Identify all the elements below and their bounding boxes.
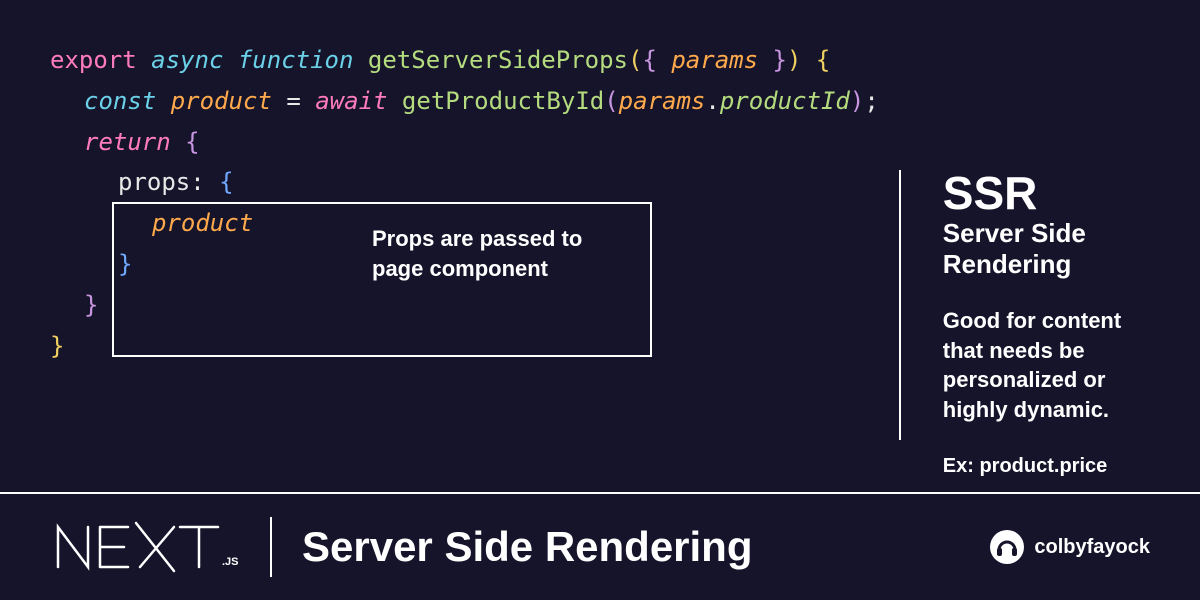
info-title: SSR xyxy=(943,170,1150,216)
info-subtitle: Server Side Rendering xyxy=(943,218,1150,280)
footer-divider xyxy=(270,517,272,577)
headphones-icon xyxy=(990,530,1024,564)
info-description: Good for content that needs be personali… xyxy=(943,306,1150,425)
footer-bar: .JS Server Side Rendering colbyfayock xyxy=(0,492,1200,600)
nextjs-logo-icon: .JS xyxy=(50,515,240,579)
credit-text: colbyfayock xyxy=(1034,536,1150,559)
code-block: export async function getServerSideProps… xyxy=(50,40,879,480)
annotation-text: Props are passed to page component xyxy=(372,224,632,283)
code-line-8: } xyxy=(50,326,879,367)
info-example: Ex: product.price xyxy=(943,455,1150,478)
credit: colbyfayock xyxy=(990,530,1150,564)
code-line-2: const product = await getProductById(par… xyxy=(50,81,879,122)
code-line-4: props: { xyxy=(50,162,879,203)
code-line-7: } xyxy=(50,285,879,326)
nextjs-logo: .JS xyxy=(50,515,240,579)
footer-title: Server Side Rendering xyxy=(302,523,753,571)
svg-text:.JS: .JS xyxy=(222,556,239,568)
code-line-3: return { xyxy=(50,122,879,163)
info-panel: SSR Server Side Rendering Good for conte… xyxy=(899,170,1150,440)
code-line-1: export async function getServerSideProps… xyxy=(50,40,879,81)
main-content: export async function getServerSideProps… xyxy=(0,0,1200,480)
